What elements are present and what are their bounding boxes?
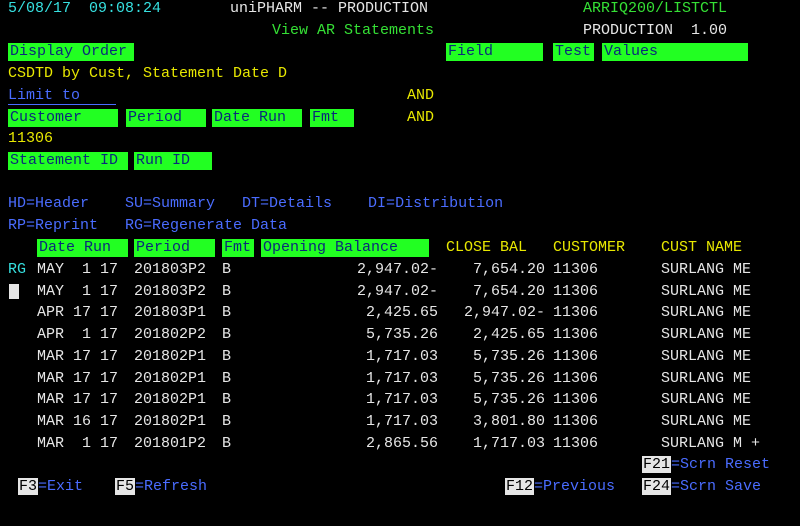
row-close-bal: 5,735.26 xyxy=(472,391,545,409)
row-opening-balance: 5,735.26 xyxy=(365,326,438,344)
program-id: ARRIQ200/LISTCTL xyxy=(583,0,728,17)
customer-filter-label: Customer xyxy=(8,109,118,127)
f24-key[interactable]: F24=Scrn Save xyxy=(642,478,761,496)
row-close-bal: 2,947.02- xyxy=(463,304,545,322)
row-customer: 11306 xyxy=(553,434,599,452)
col-period: Period xyxy=(134,239,215,257)
row-period: 201802P1 xyxy=(134,347,207,365)
row-fmt: B xyxy=(222,412,232,430)
row-close-bal: 3,801.80 xyxy=(472,412,545,430)
run-id-label: Run ID xyxy=(134,152,212,170)
col-date-run: Date Run xyxy=(37,239,128,257)
app-title: uniPHARM -- PRODUCTION xyxy=(230,0,429,17)
row-cust-name: SURLANG ME xyxy=(661,282,752,300)
row-fmt: B xyxy=(222,369,232,387)
row-date-run: MAR 16 17 xyxy=(37,412,119,430)
row-customer: 11306 xyxy=(553,347,599,365)
row-opening-balance: 1,717.03 xyxy=(365,391,438,409)
legend-line-1: HD=Header SU=Summary DT=Details DI=Distr… xyxy=(8,195,504,212)
col-close-bal: CLOSE BAL xyxy=(446,239,528,256)
row-date-run: APR 1 17 xyxy=(37,326,119,344)
f3-key[interactable]: F3=Exit xyxy=(18,478,83,496)
col-customer: CUSTOMER xyxy=(553,239,626,256)
col-cust-name: CUST NAME xyxy=(661,239,743,256)
row-close-bal: 5,735.26 xyxy=(472,347,545,365)
and-label-1: AND xyxy=(407,87,435,104)
customer-filter-value[interactable]: 11306 xyxy=(8,130,53,148)
row-fmt: B xyxy=(222,326,232,344)
row-date-run: MAY 1 17 xyxy=(37,261,119,278)
field-header: Field xyxy=(446,43,543,61)
row-date-run: MAR 17 17 xyxy=(37,347,119,365)
date-run-filter-label: Date Run xyxy=(212,109,302,127)
row-cust-name: SURLANG ME xyxy=(661,391,752,409)
row-opening-balance: 2,947.02- xyxy=(356,261,438,278)
row-cust-name: SURLANG ME xyxy=(661,326,752,344)
and-label-2: AND xyxy=(407,109,435,126)
row-fmt: B xyxy=(222,282,232,300)
test-header: Test xyxy=(553,43,594,61)
row-period: 201803P1 xyxy=(134,304,207,322)
row-opening-balance: 2,947.02- xyxy=(356,282,438,300)
row-date-run: MAY 1 17 xyxy=(37,282,119,300)
row-close-bal: 5,735.26 xyxy=(472,369,545,387)
row-customer: 11306 xyxy=(553,369,599,387)
row-opening-balance: 2,865.56 xyxy=(365,434,438,452)
row-period: 201802P2 xyxy=(134,326,207,344)
row-cust-name: SURLANG ME xyxy=(661,347,752,365)
col-fmt: Fmt xyxy=(222,239,254,257)
row-fmt: B xyxy=(222,261,232,278)
row-close-bal: 7,654.20 xyxy=(472,261,545,278)
row-customer: 11306 xyxy=(553,304,599,322)
row-cust-name: SURLANG ME xyxy=(661,261,752,278)
row-period: 201802P1 xyxy=(134,391,207,409)
f21-key[interactable]: F21=Scrn Reset xyxy=(642,456,770,474)
limit-to-link[interactable]: Limit to xyxy=(8,87,81,105)
text-cursor xyxy=(9,284,19,299)
row-opening-balance: 2,425.65 xyxy=(365,304,438,322)
row-customer: 11306 xyxy=(553,261,599,278)
row-date-run: APR 17 17 xyxy=(37,304,119,322)
row-period: 201803P2 xyxy=(134,282,207,300)
f5-key[interactable]: F5=Refresh xyxy=(115,478,207,496)
statement-id-label: Statement ID xyxy=(8,152,128,170)
row-date-run: MAR 17 17 xyxy=(37,369,119,387)
environment: PRODUCTION 1.00 xyxy=(583,22,728,39)
row-fmt: B xyxy=(222,304,232,322)
display-order-label: Display Order xyxy=(8,43,134,61)
row-fmt: B xyxy=(222,391,232,409)
row-period: 201802P1 xyxy=(134,369,207,387)
row-date-run: MAR 1 17 xyxy=(37,434,119,452)
col-opening-balance: Opening Balance xyxy=(261,239,429,257)
row-cust-name: SURLANG ME xyxy=(661,369,752,387)
row-cust-name: SURLANG ME xyxy=(661,412,752,430)
legend-line-2: RP=Reprint RG=Regenerate Data xyxy=(8,217,288,234)
values-header: Values xyxy=(602,43,748,61)
row-customer: 11306 xyxy=(553,282,599,300)
row-date-run: MAR 17 17 xyxy=(37,391,119,409)
row-period: 201802P1 xyxy=(134,412,207,430)
display-order-value[interactable]: CSDTD by Cust, Statement Date D xyxy=(8,65,287,83)
row-close-bal: 1,717.03 xyxy=(472,434,545,452)
row-fmt: B xyxy=(222,434,232,452)
row-option[interactable]: RG xyxy=(8,261,26,279)
row-close-bal: 7,654.20 xyxy=(472,282,545,300)
row-close-bal: 2,425.65 xyxy=(472,326,545,344)
datetime: 5/08/17 09:08:24 xyxy=(8,0,162,17)
row-opening-balance: 1,717.03 xyxy=(365,347,438,365)
row-customer: 11306 xyxy=(553,391,599,409)
row-fmt: B xyxy=(222,347,232,365)
row-customer: 11306 xyxy=(553,326,599,344)
row-period: 201803P2 xyxy=(134,261,207,278)
row-customer: 11306 xyxy=(553,412,599,430)
row-opening-balance: 1,717.03 xyxy=(365,412,438,430)
row-cust-name: SURLANG M + xyxy=(661,434,761,452)
screen-title: View AR Statements xyxy=(272,22,435,39)
f12-key[interactable]: F12=Previous xyxy=(505,478,615,496)
period-filter-label: Period xyxy=(126,109,206,127)
fmt-filter-label: Fmt xyxy=(310,109,354,127)
row-cust-name: SURLANG ME xyxy=(661,304,752,322)
row-opening-balance: 1,717.03 xyxy=(365,369,438,387)
row-period: 201801P2 xyxy=(134,434,207,452)
